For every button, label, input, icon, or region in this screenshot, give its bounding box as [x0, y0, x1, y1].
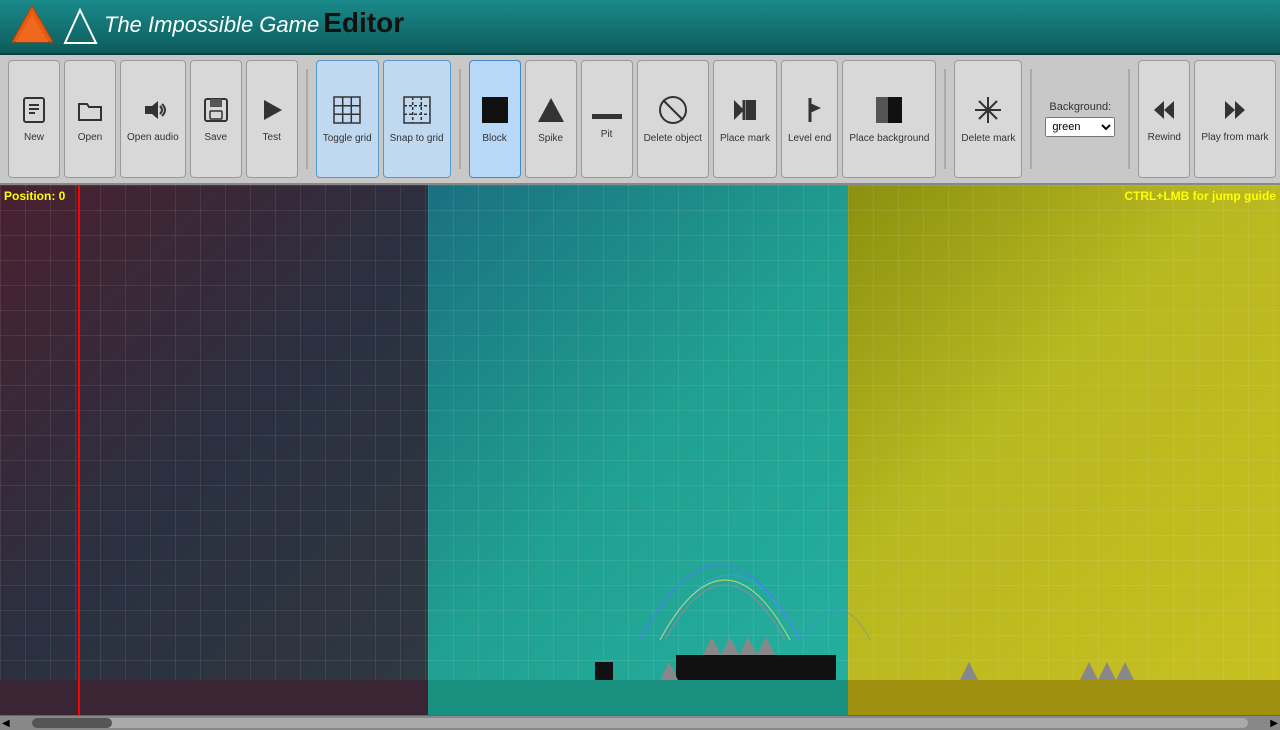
pit-icon	[592, 99, 622, 125]
delete-object-icon	[658, 95, 688, 129]
block-label: Block	[482, 133, 506, 144]
new-icon	[20, 96, 48, 128]
place-mark-button[interactable]: Place mark	[713, 60, 777, 178]
jump-guide-hint: CTRL+LMB for jump guide	[1124, 189, 1276, 203]
spike-label: Spike	[538, 133, 563, 144]
open-label: Open	[78, 132, 102, 143]
spike-button[interactable]: Spike	[525, 60, 577, 178]
rewind-icon	[1150, 96, 1178, 128]
background-label: Background:	[1049, 101, 1111, 113]
place-mark-label: Place mark	[720, 133, 770, 144]
open-audio-button[interactable]: Open audio	[120, 60, 186, 178]
place-background-icon	[874, 95, 904, 129]
block-button[interactable]: Block	[469, 60, 521, 178]
app-title: The Impossible Game Editor	[63, 7, 404, 45]
new-label: New	[24, 132, 44, 143]
floor-dark	[0, 680, 428, 715]
block-icon	[480, 95, 510, 129]
delete-mark-button[interactable]: Delete mark	[954, 60, 1022, 178]
new-button[interactable]: New	[8, 60, 60, 178]
pit-button[interactable]: Pit	[581, 60, 633, 178]
open-icon	[76, 96, 104, 128]
bg-zone-teal	[428, 185, 848, 715]
snap-to-grid-button[interactable]: Snap to grid	[383, 60, 451, 178]
scroll-right-btn[interactable]: ▶	[1268, 718, 1280, 729]
place-mark-icon	[730, 95, 760, 129]
delete-mark-icon	[973, 95, 1003, 129]
scroll-left-btn[interactable]: ◀	[0, 718, 12, 729]
background-selector: Background: green red blue yellow purple	[1040, 101, 1120, 137]
snap-to-grid-label: Snap to grid	[390, 133, 444, 144]
play-from-mark-button[interactable]: Play from mark	[1194, 60, 1275, 178]
place-background-label: Place background	[849, 133, 929, 144]
toggle-grid-button[interactable]: Toggle grid	[316, 60, 379, 178]
toggle-grid-icon	[332, 95, 362, 129]
position-line	[78, 185, 80, 715]
delete-object-button[interactable]: Delete object	[637, 60, 709, 178]
rewind-button[interactable]: Rewind	[1138, 60, 1190, 178]
level-end-icon	[795, 95, 825, 129]
rewind-label: Rewind	[1148, 132, 1181, 143]
test-label: Test	[263, 132, 281, 143]
place-background-button[interactable]: Place background	[842, 60, 936, 178]
bg-zone-yellow	[848, 185, 1280, 715]
editor-canvas[interactable]: Position: 0 CTRL+LMB for jump guide	[0, 185, 1280, 715]
test-button[interactable]: Test	[246, 60, 298, 178]
position-label: Position: 0	[4, 189, 65, 203]
save-icon	[202, 96, 230, 128]
level-end-label: Level end	[788, 133, 831, 144]
speaker-icon	[139, 96, 167, 128]
sep-4	[1030, 69, 1032, 169]
scrollbar[interactable]: ◀ ▶	[0, 715, 1280, 730]
delete-mark-label: Delete mark	[961, 133, 1015, 144]
sep-5	[1128, 69, 1130, 169]
open-audio-label: Open audio	[127, 132, 179, 143]
test-play-icon	[258, 96, 286, 128]
pit-label: Pit	[601, 129, 613, 140]
app-header: The Impossible Game Editor	[0, 0, 1280, 55]
floor	[0, 680, 1280, 715]
sep-2	[459, 69, 461, 169]
play-from-mark-icon	[1221, 96, 1249, 128]
sep-3	[944, 69, 946, 169]
spike-icon	[536, 95, 566, 129]
floor-yellow	[848, 680, 1280, 715]
app-logo	[10, 4, 55, 49]
save-button[interactable]: Save	[190, 60, 242, 178]
bg-zone-dark	[0, 185, 428, 715]
toolbar: New Open Open audio Save Test Toggle gri…	[0, 55, 1280, 185]
sep-1	[306, 69, 308, 169]
level-end-button[interactable]: Level end	[781, 60, 838, 178]
background-select[interactable]: green red blue yellow purple	[1045, 117, 1115, 137]
floor-teal	[428, 680, 848, 715]
open-button[interactable]: Open	[64, 60, 116, 178]
toggle-grid-label: Toggle grid	[323, 133, 372, 144]
play-from-mark-label: Play from mark	[1201, 132, 1268, 143]
save-label: Save	[204, 132, 227, 143]
snap-to-grid-icon	[402, 95, 432, 129]
delete-object-label: Delete object	[644, 133, 702, 144]
